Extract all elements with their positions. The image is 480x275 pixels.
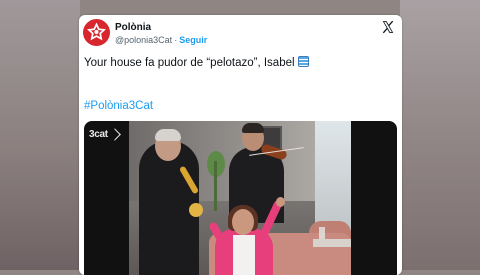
- scene-woman-head: [232, 209, 254, 235]
- scene-woman-hand: [276, 197, 285, 207]
- pencil-emoji-icon: [297, 56, 309, 67]
- broadcaster-logo: 3cat: [89, 128, 120, 140]
- background-blur-right: [400, 0, 480, 270]
- broadcaster-logo-text: 3cat: [89, 128, 108, 140]
- scene-trumpet-bell: [189, 203, 203, 217]
- polonia-logo-icon: [87, 23, 106, 41]
- avatar[interactable]: [83, 19, 110, 46]
- scene-table: [313, 239, 351, 247]
- tweet-header: Polònia @polonia3Cat · Seguir: [79, 15, 402, 59]
- tweet-card: Polònia @polonia3Cat · Seguir Your house f…: [79, 15, 402, 275]
- scene-glass: [319, 227, 325, 239]
- scene-violinist-hair: [242, 123, 264, 133]
- display-name[interactable]: Polònia: [115, 22, 151, 33]
- separator-dot: ·: [174, 35, 178, 45]
- x-logo-icon[interactable]: [381, 20, 395, 34]
- background-blur-left: [0, 0, 80, 270]
- scene-trumpet-player-hair: [155, 129, 181, 141]
- hashtag-link[interactable]: #Polònia3Cat: [84, 100, 153, 112]
- broadcaster-play-icon: [110, 129, 120, 139]
- handle[interactable]: @polonia3Cat: [115, 35, 172, 45]
- handle-row: @polonia3Cat · Seguir: [115, 35, 207, 45]
- tweet-text: Your house fa pudor de “pelotazo”, Isabe…: [84, 56, 394, 69]
- scene-woman-shirt: [233, 235, 255, 275]
- video-frame: [129, 121, 351, 275]
- follow-button[interactable]: Seguir: [179, 35, 207, 45]
- tweet-text-content: Your house fa pudor de “pelotazo”, Isabe…: [84, 57, 295, 69]
- scene-plant-stem: [214, 161, 217, 211]
- scene-window: [315, 121, 351, 231]
- embedded-video[interactable]: 3cat: [84, 121, 397, 275]
